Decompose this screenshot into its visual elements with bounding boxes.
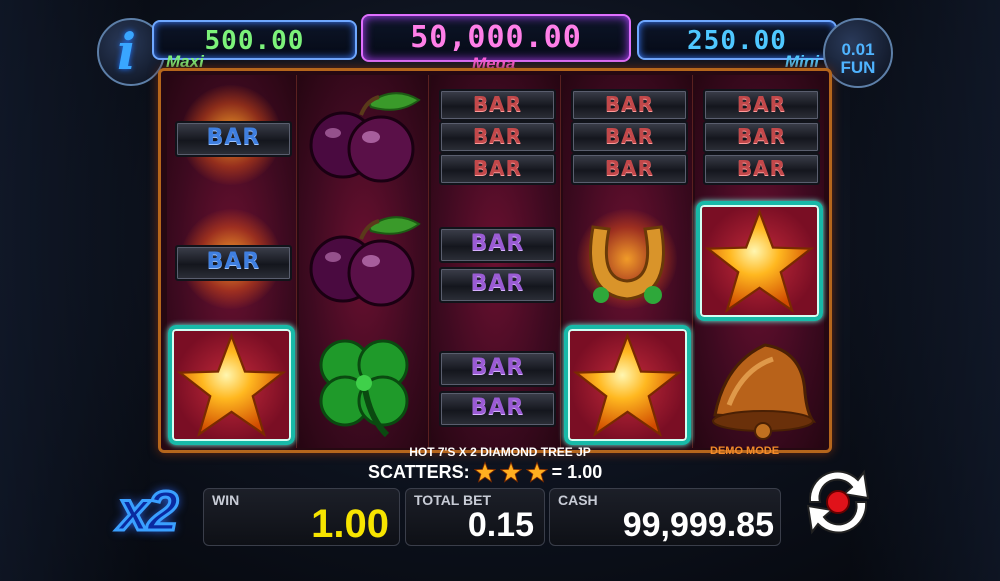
cash-label: CASH bbox=[558, 492, 598, 508]
reel-4: BAR BAR BAR bbox=[563, 75, 693, 448]
star-icon bbox=[176, 332, 287, 437]
bar-symbol: BAR bbox=[439, 351, 556, 387]
reel-cell bbox=[299, 199, 428, 323]
cash-panel: CASH 99,999.85 bbox=[549, 488, 781, 546]
reel-cell bbox=[563, 199, 692, 323]
total-bet-value: 0.15 bbox=[467, 506, 534, 544]
reel-cell: BAR BAR BAR bbox=[563, 75, 692, 199]
reel-cell bbox=[695, 323, 824, 447]
reel-2 bbox=[299, 75, 429, 448]
bar-symbol: BAR bbox=[439, 153, 556, 185]
scatters-result: = 1.00 bbox=[551, 461, 603, 482]
winning-symbol-frame bbox=[564, 325, 691, 445]
reel-cell: BAR BAR bbox=[431, 199, 560, 323]
bell-icon bbox=[712, 343, 817, 440]
reel-cell bbox=[167, 323, 296, 447]
bar-symbol: BAR bbox=[439, 391, 556, 427]
total-bet-panel[interactable]: TOTAL BET 0.15 bbox=[405, 488, 545, 546]
reel-3: BAR BAR BAR BAR BAR BAR BAR bbox=[431, 75, 561, 448]
scatters-line: SCATTERS: = 1.00 bbox=[368, 461, 602, 483]
win-label: WIN bbox=[212, 492, 240, 508]
cash-value: 99,999.85 bbox=[622, 506, 774, 544]
star-icon bbox=[473, 461, 496, 483]
bar-symbol: BAR bbox=[703, 153, 820, 185]
denomination-button[interactable]: 0.01 FUN bbox=[823, 18, 893, 88]
bar-symbol: BAR bbox=[439, 227, 556, 263]
bar-symbol: BAR bbox=[439, 267, 556, 303]
reel-cell: BAR BAR bbox=[431, 323, 560, 447]
plum-icon bbox=[309, 216, 421, 307]
star-icon bbox=[572, 332, 683, 437]
denomination-value: 0.01 bbox=[841, 40, 875, 59]
winning-symbol-frame bbox=[168, 325, 295, 445]
winning-symbol-frame bbox=[696, 201, 823, 321]
horseshoe-icon bbox=[589, 225, 665, 304]
reel-cell: BAR bbox=[167, 75, 296, 199]
bar-symbol: BAR bbox=[439, 89, 556, 121]
bar-symbol: BAR bbox=[703, 89, 820, 121]
reel-cell bbox=[299, 75, 428, 199]
win-panel: WIN 1.00 bbox=[203, 488, 400, 546]
reel-cell: BAR BAR BAR bbox=[695, 75, 824, 199]
denomination-currency: FUN bbox=[840, 58, 876, 77]
win-value: 1.00 bbox=[311, 502, 389, 546]
clover-icon bbox=[319, 339, 409, 438]
star-icon bbox=[525, 461, 548, 483]
plum-icon bbox=[309, 92, 421, 183]
reel-1: BAR BAR bbox=[167, 75, 297, 448]
star-icon bbox=[704, 208, 815, 313]
multiplier-badge: x2 bbox=[116, 478, 179, 544]
bar-symbol: BAR bbox=[439, 121, 556, 153]
reel-cell bbox=[563, 323, 692, 447]
info-icon: i bbox=[117, 22, 136, 81]
spin-button[interactable] bbox=[792, 456, 884, 548]
reel-cell: BAR BAR BAR bbox=[431, 75, 560, 199]
bar-symbol: BAR bbox=[175, 245, 292, 281]
bar-symbol: BAR bbox=[571, 121, 688, 153]
reel-5: BAR BAR BAR bbox=[695, 75, 824, 448]
scatters-label: SCATTERS: bbox=[368, 461, 470, 482]
demo-mode-label: DEMO MODE bbox=[710, 445, 780, 457]
bar-symbol: BAR bbox=[175, 121, 292, 157]
reel-cell bbox=[695, 199, 824, 323]
spin-icon bbox=[806, 469, 870, 535]
reel-cell bbox=[299, 323, 428, 447]
bar-symbol: BAR bbox=[571, 153, 688, 185]
star-icon bbox=[499, 461, 522, 483]
bar-symbol: BAR bbox=[703, 121, 820, 153]
mega-jackpot-value: 50,000.00 bbox=[410, 20, 582, 55]
bar-symbol: BAR bbox=[571, 89, 688, 121]
reel-frame: BAR BAR BAR BAR BAR BAR BAR BAR BAR BAR … bbox=[158, 68, 832, 453]
reel-cell: BAR bbox=[167, 199, 296, 323]
